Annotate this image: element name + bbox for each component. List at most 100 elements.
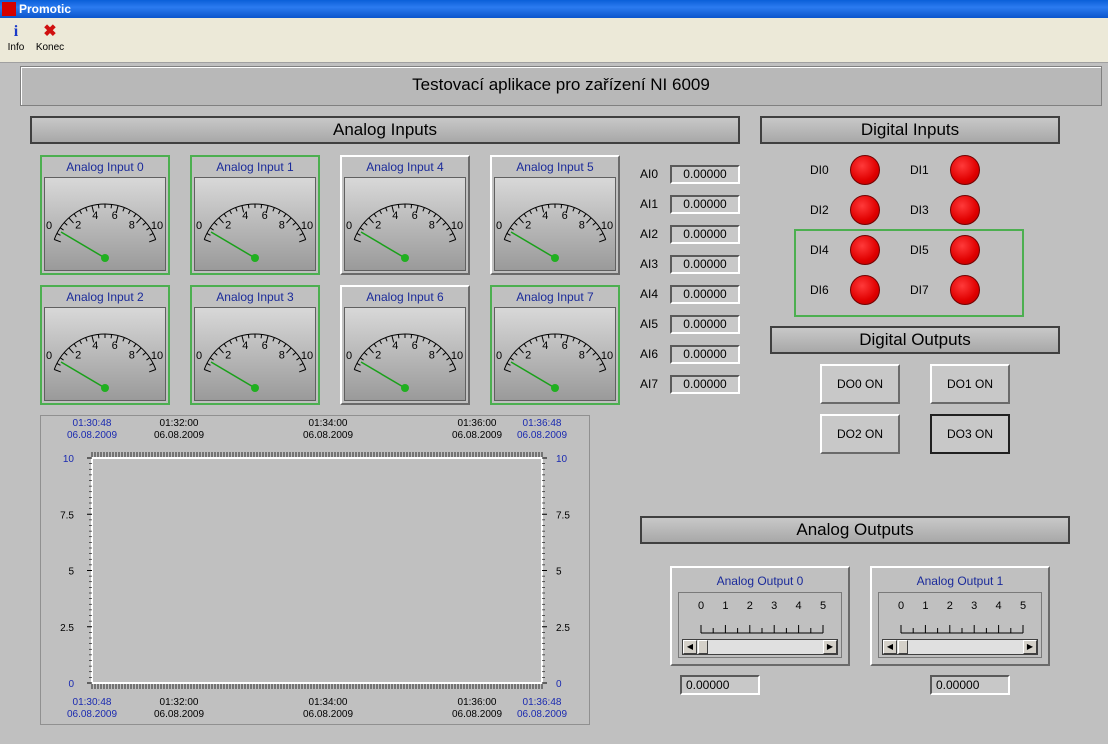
slider-thumb[interactable] [698,640,708,654]
ao-scale-label: 5 [1020,600,1026,612]
gauge-1[interactable]: Analog Input 1 0 2 4 6 8 10 [190,155,320,275]
trend-time-label: 01:30:48 [73,418,112,429]
gauge-scale-label: 6 [412,340,418,352]
trend-date-label: 06.08.2009 [452,709,502,720]
gauge-arc [53,333,157,370]
gauge-2[interactable]: Analog Input 4 0 2 4 6 8 10 [340,155,470,275]
slider-thumb[interactable] [898,640,908,654]
gauge-scale-label: 0 [496,350,502,362]
gauge-tick [592,222,597,226]
page-title: Testovací aplikace pro zařízení NI 6009 [20,66,1102,106]
trend-time-label: 01:36:00 [458,418,497,429]
ai-label: AI6 [640,347,659,361]
gauge-arc [353,333,457,370]
gauge-tick [523,213,527,218]
ao-box-1: Analog Output 1 0 1 2 3 4 5 ◀ ▶ [870,566,1050,666]
trend-y-label: 10 [556,454,568,465]
gauge-label: Analog Input 4 [366,160,444,174]
gauge-tick [286,217,292,224]
gauge-tick [359,357,364,361]
scroll-left-arrow-icon[interactable]: ◀ [683,640,697,654]
gauge-tick [59,227,64,231]
gauge-tick [518,217,524,224]
gauge-6[interactable]: Analog Input 6 0 2 4 6 8 10 [340,285,470,405]
gauge-tick [506,363,511,366]
gauge-scale-label: 10 [601,220,613,232]
gauge-tick [368,347,374,354]
trend-date-label: 06.08.2009 [154,430,204,441]
do1-button[interactable]: DO1 ON [930,364,1010,404]
do0-button[interactable]: DO0 ON [820,364,900,404]
trend-chart: 10 10 7.5 7.5 5 5 2.5 2.5 0 0 01:30:48 06.08.2009 01… [40,415,590,725]
gauge-4[interactable]: Analog Input 2 0 2 4 6 8 10 [40,285,170,405]
do2-button[interactable]: DO2 ON [820,414,900,454]
gauge-tick [149,233,154,236]
gauge-scale-label: 0 [196,220,202,232]
gauge-tick [586,347,592,354]
gauge-scale-label: 6 [112,340,118,352]
konec-button[interactable]: ✖ Konec [34,22,66,60]
gauge-tick [363,222,368,226]
gauge-scale-label: 2 [375,219,381,231]
gauge-hub [101,254,109,262]
ao-slider-1[interactable]: ◀ ▶ [882,639,1038,655]
gauge-tick [504,369,512,373]
gauge-tick [442,352,447,356]
gauge-tick [513,352,518,356]
gauge-tick [592,352,597,356]
info-button[interactable]: i Info [0,22,32,60]
gauge-tick [218,217,224,224]
gauge-tick [133,343,137,348]
trend-time-label: 01:36:48 [523,697,562,708]
ai-row: AI4 0.00000 [640,285,750,305]
ao-slider-0[interactable]: ◀ ▶ [682,639,838,655]
gauge-tick [598,369,606,373]
scroll-right-arrow-icon[interactable]: ▶ [823,640,837,654]
gauge-dial: 0 24 68 10 [496,203,613,262]
gauge-face: 0 2 4 6 8 10 [344,307,466,401]
gauge-dial: 0 24 68 10 [196,333,313,392]
di-label: DI0 [810,163,829,177]
scroll-right-arrow-icon[interactable]: ▶ [1023,640,1037,654]
gauge-tick [63,352,68,356]
gauge-tick [428,340,431,345]
gauge-tick [223,343,227,348]
ai-row: AI6 0.00000 [640,345,750,365]
gauge-tick [229,210,232,215]
gauge-face: 0 2 4 6 8 10 [344,177,466,271]
di-label: DI5 [910,243,929,257]
gauge-scale-label: 8 [129,219,135,231]
gauge-tick [59,357,64,361]
ao-scale: 0 1 2 3 4 5 ◀ ▶ [878,592,1042,658]
gauge-tick [56,233,61,236]
do3-button[interactable]: DO3 ON [930,414,1010,454]
ao-scale-label: 3 [771,600,777,612]
ao-title: Analog Output 1 [916,574,1004,588]
gauge-label: Analog Input 3 [216,290,294,304]
gauge-0[interactable]: Analog Input 0 0 2 4 6 8 10 [40,155,170,275]
gauge-5[interactable]: Analog Input 3 0 2 4 6 8 10 [190,285,320,405]
gauge-tick [148,369,156,373]
gauge-tick [535,207,538,212]
gauge-7[interactable]: Analog Input 7 0 2 4 6 8 10 [490,285,620,405]
gauge-tick [209,357,214,361]
gauge-tick [385,337,388,342]
di-led-3 [950,195,980,225]
gauge-tick [368,217,374,224]
analog-outputs-header: Analog Outputs [640,516,1070,544]
ai-label: AI3 [640,257,659,271]
scroll-left-arrow-icon[interactable]: ◀ [883,640,897,654]
gauge-scale-label: 6 [262,210,268,222]
trend-time-label: 01:36:00 [458,697,497,708]
ai-label: AI1 [640,197,659,211]
gauge-3[interactable]: Analog Input 5 0 2 4 6 8 10 [490,155,620,275]
ao-scale-label: 1 [722,600,728,612]
trend-date-label: 06.08.2009 [517,430,567,441]
ai-label: AI2 [640,227,659,241]
gauge-scale-label: 6 [562,340,568,352]
gauge-tick [596,357,601,361]
ao-scale-label: 2 [747,600,753,612]
gauge-face: 0 2 4 6 8 10 [44,307,166,401]
gauge-tick [128,210,131,215]
toolbar: i Info ✖ Konec [0,18,1108,63]
